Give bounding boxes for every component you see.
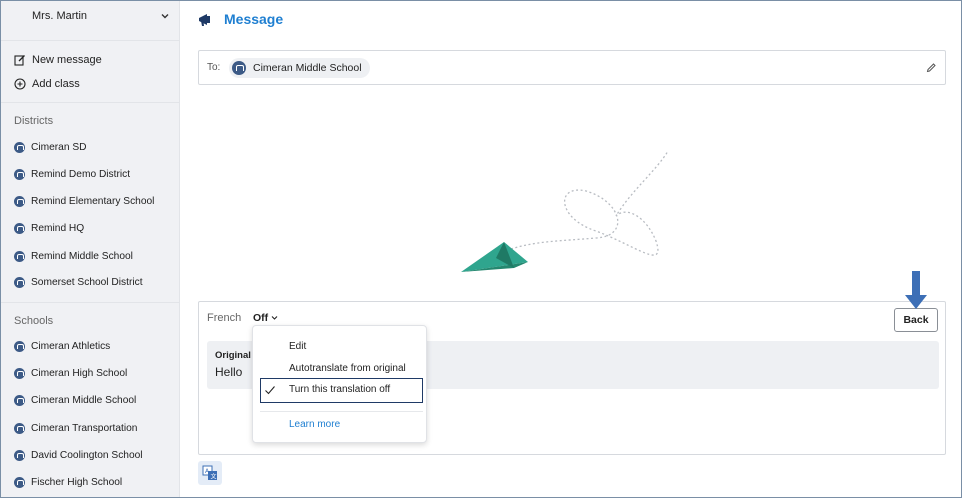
sidebar-item-district[interactable]: Remind HQ [14, 220, 84, 236]
sidebar-item-school[interactable]: David Coolington School [14, 447, 143, 463]
menu-item-autotranslate[interactable]: Autotranslate from original [289, 363, 406, 374]
school-icon [14, 476, 25, 488]
original-text: Hello [215, 365, 243, 379]
sidebar-item-school[interactable]: Cimeran Middle School [14, 392, 136, 408]
translation-toggle[interactable]: Off [253, 312, 278, 324]
school-icon [232, 61, 246, 75]
school-icon [14, 222, 25, 234]
checkmark-icon [265, 386, 275, 395]
translation-state: Off [253, 312, 269, 324]
sidebar-item-label: Remind HQ [31, 222, 85, 234]
compose-icon [14, 55, 25, 66]
sidebar-item-label: Cimeran High School [31, 367, 128, 379]
menu-item-turn-off[interactable]: Turn this translation off [289, 384, 390, 395]
add-class-button[interactable]: Add class [14, 76, 80, 92]
menu-divider [260, 411, 423, 412]
megaphone-icon [199, 14, 210, 26]
school-icon [14, 168, 25, 180]
recipient-bar[interactable]: To: Cimeran Middle School [198, 50, 946, 85]
school-icon [14, 141, 25, 153]
language-label: French [207, 312, 242, 324]
school-icon [14, 340, 25, 352]
recipient-chip[interactable]: Cimeran Middle School [229, 58, 370, 78]
sidebar-item-label: Remind Elementary School [31, 195, 155, 207]
menu-item-edit[interactable]: Edit [289, 341, 306, 352]
sidebar: Mrs. Martin New message Add class Distri… [1, 1, 180, 497]
sidebar-item-district[interactable]: Remind Elementary School [14, 193, 154, 209]
translate-icon: A 文 [202, 465, 217, 481]
sidebar-item-school[interactable]: Cimeran Athletics [14, 338, 110, 354]
sidebar-item-label: Remind Demo District [31, 168, 131, 180]
school-icon [14, 276, 25, 288]
chevron-down-icon [271, 316, 278, 320]
sidebar-item-label: Cimeran Athletics [31, 340, 111, 352]
original-label: Original [215, 350, 251, 361]
sidebar-item-district[interactable]: Cimeran SD [14, 139, 86, 155]
sidebar-item-school[interactable]: Cimeran High School [14, 365, 127, 381]
sidebar-item-label: Somerset School District [31, 276, 143, 288]
account-switcher[interactable]: Mrs. Martin [1, 1, 180, 41]
sidebar-item-label: Cimeran SD [31, 141, 87, 153]
add-class-label: Add class [32, 78, 80, 90]
back-button[interactable]: Back [894, 308, 938, 332]
sidebar-item-district[interactable]: Somerset School District [14, 274, 143, 290]
svg-text:文: 文 [211, 473, 217, 481]
sidebar-item-district[interactable]: Remind Demo District [14, 166, 130, 182]
school-icon [14, 367, 25, 379]
school-icon [14, 195, 25, 207]
translate-button[interactable]: A 文 [198, 461, 222, 485]
sidebar-item-district[interactable]: Remind Middle School [14, 248, 133, 264]
sidebar-item-label: David Coolington School [31, 449, 143, 461]
chevron-down-icon [161, 14, 169, 19]
sidebar-item-school[interactable]: Cimeran Transportation [14, 420, 137, 436]
annotation-arrow-icon [905, 271, 927, 309]
plus-circle-icon [14, 78, 26, 90]
translation-menu: Edit Autotranslate from original Turn th… [252, 325, 427, 443]
school-icon [14, 449, 25, 461]
page-title: Message [224, 11, 284, 27]
divider [1, 302, 180, 303]
paper-plane-illustration [461, 150, 669, 272]
pencil-icon[interactable] [926, 62, 937, 73]
sidebar-item-school[interactable]: Fischer High School [14, 474, 122, 490]
sidebar-item-label: Remind Middle School [31, 250, 133, 262]
app-window: Mrs. Martin New message Add class Distri… [0, 0, 962, 498]
school-icon [14, 250, 25, 262]
school-icon [14, 422, 25, 434]
to-label: To: [207, 62, 221, 73]
user-name: Mrs. Martin [32, 10, 87, 22]
sidebar-item-label: Fischer High School [31, 476, 123, 488]
new-message-button[interactable]: New message [14, 52, 102, 68]
school-icon [14, 394, 25, 406]
learn-more-link[interactable]: Learn more [289, 419, 340, 430]
schools-heading: Schools [14, 315, 54, 327]
divider [1, 102, 180, 103]
sidebar-item-label: Cimeran Middle School [31, 394, 137, 406]
new-message-label: New message [32, 54, 102, 66]
districts-heading: Districts [14, 115, 54, 127]
sidebar-item-label: Cimeran Transportation [31, 422, 138, 434]
recipient-chip-label: Cimeran Middle School [253, 62, 362, 74]
